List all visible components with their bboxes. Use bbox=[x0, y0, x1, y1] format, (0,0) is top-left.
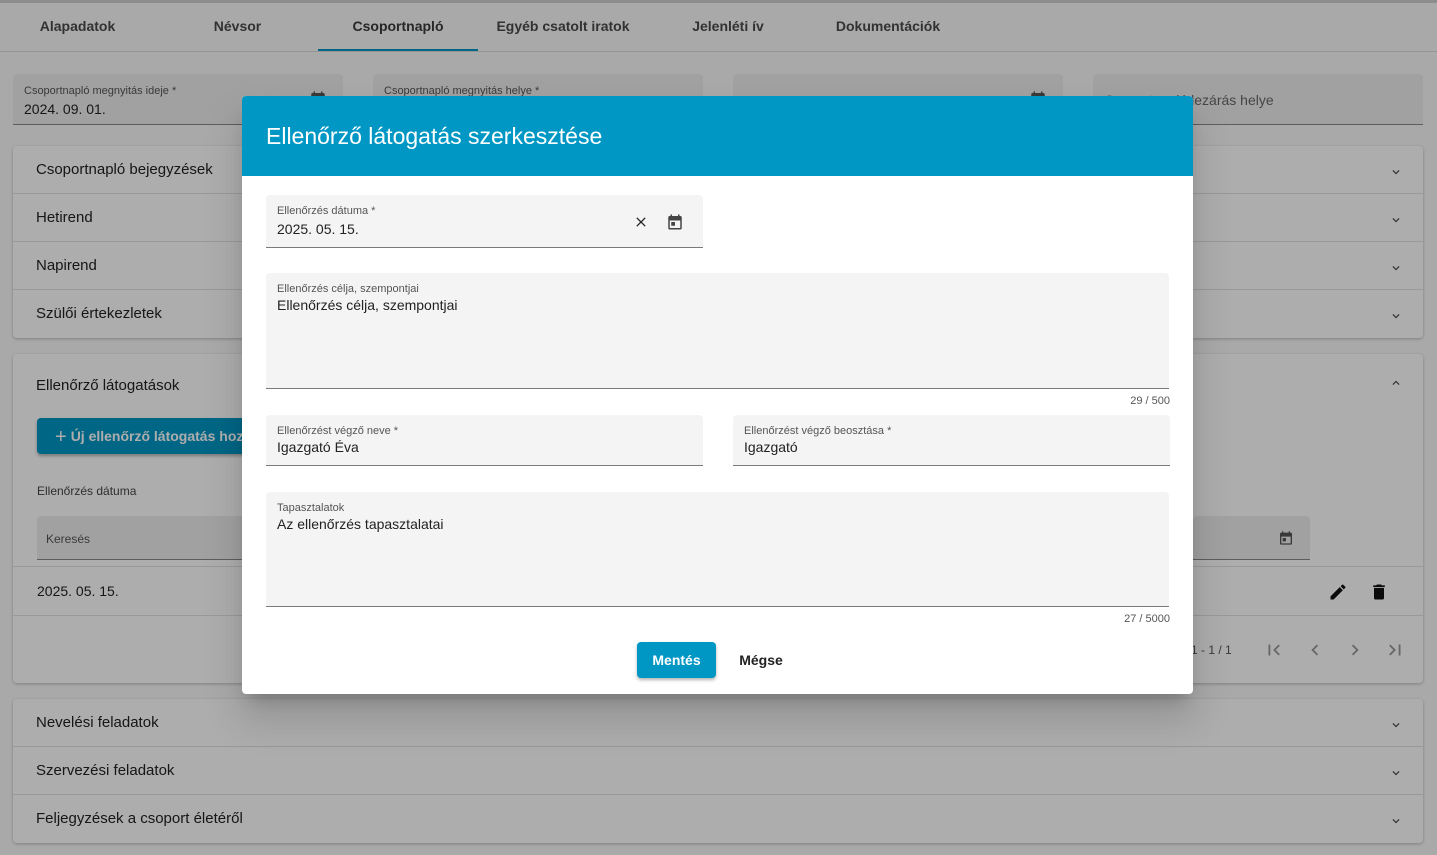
purpose-counter: 29 / 500 bbox=[1130, 395, 1170, 407]
edit-visit-dialog: Ellenőrző látogatás szerkesztése Ellenőr… bbox=[242, 96, 1193, 694]
inspector-name-value: Igazgató Éva bbox=[277, 439, 359, 455]
inspector-role-value: Igazgató bbox=[744, 439, 798, 455]
visit-date-label: Ellenőrzés dátuma * bbox=[277, 205, 376, 217]
experiences-textarea[interactable]: Tapasztalatok Az ellenőrzés tapasztalata… bbox=[266, 492, 1169, 607]
visit-date-field[interactable]: Ellenőrzés dátuma * 2025. 05. 15. bbox=[266, 195, 703, 248]
experiences-value: Az ellenőrzés tapasztalatai bbox=[277, 516, 444, 532]
experiences-counter: 27 / 5000 bbox=[1124, 613, 1170, 625]
inspector-role-field[interactable]: Ellenőrzést végző beosztása * Igazgató bbox=[733, 415, 1170, 466]
close-icon[interactable] bbox=[633, 214, 649, 230]
cancel-button[interactable]: Mégse bbox=[726, 642, 796, 678]
inspector-name-field[interactable]: Ellenőrzést végző neve * Igazgató Éva bbox=[266, 415, 703, 466]
dialog-header: Ellenőrző látogatás szerkesztése bbox=[242, 96, 1193, 176]
calendar-icon[interactable] bbox=[666, 213, 684, 231]
inspector-name-label: Ellenőrzést végző neve * bbox=[277, 425, 399, 437]
purpose-value: Ellenőrzés célja, szempontjai bbox=[277, 297, 458, 313]
save-button[interactable]: Mentés bbox=[637, 642, 716, 678]
inspector-role-label: Ellenőrzést végző beosztása * bbox=[744, 425, 892, 437]
visit-date-value: 2025. 05. 15. bbox=[277, 221, 359, 237]
experiences-label: Tapasztalatok bbox=[277, 502, 345, 514]
dialog-title: Ellenőrző látogatás szerkesztése bbox=[266, 123, 603, 149]
purpose-textarea[interactable]: Ellenőrzés célja, szempontjai Ellenőrzés… bbox=[266, 273, 1169, 389]
purpose-label: Ellenőrzés célja, szempontjai bbox=[277, 283, 419, 295]
